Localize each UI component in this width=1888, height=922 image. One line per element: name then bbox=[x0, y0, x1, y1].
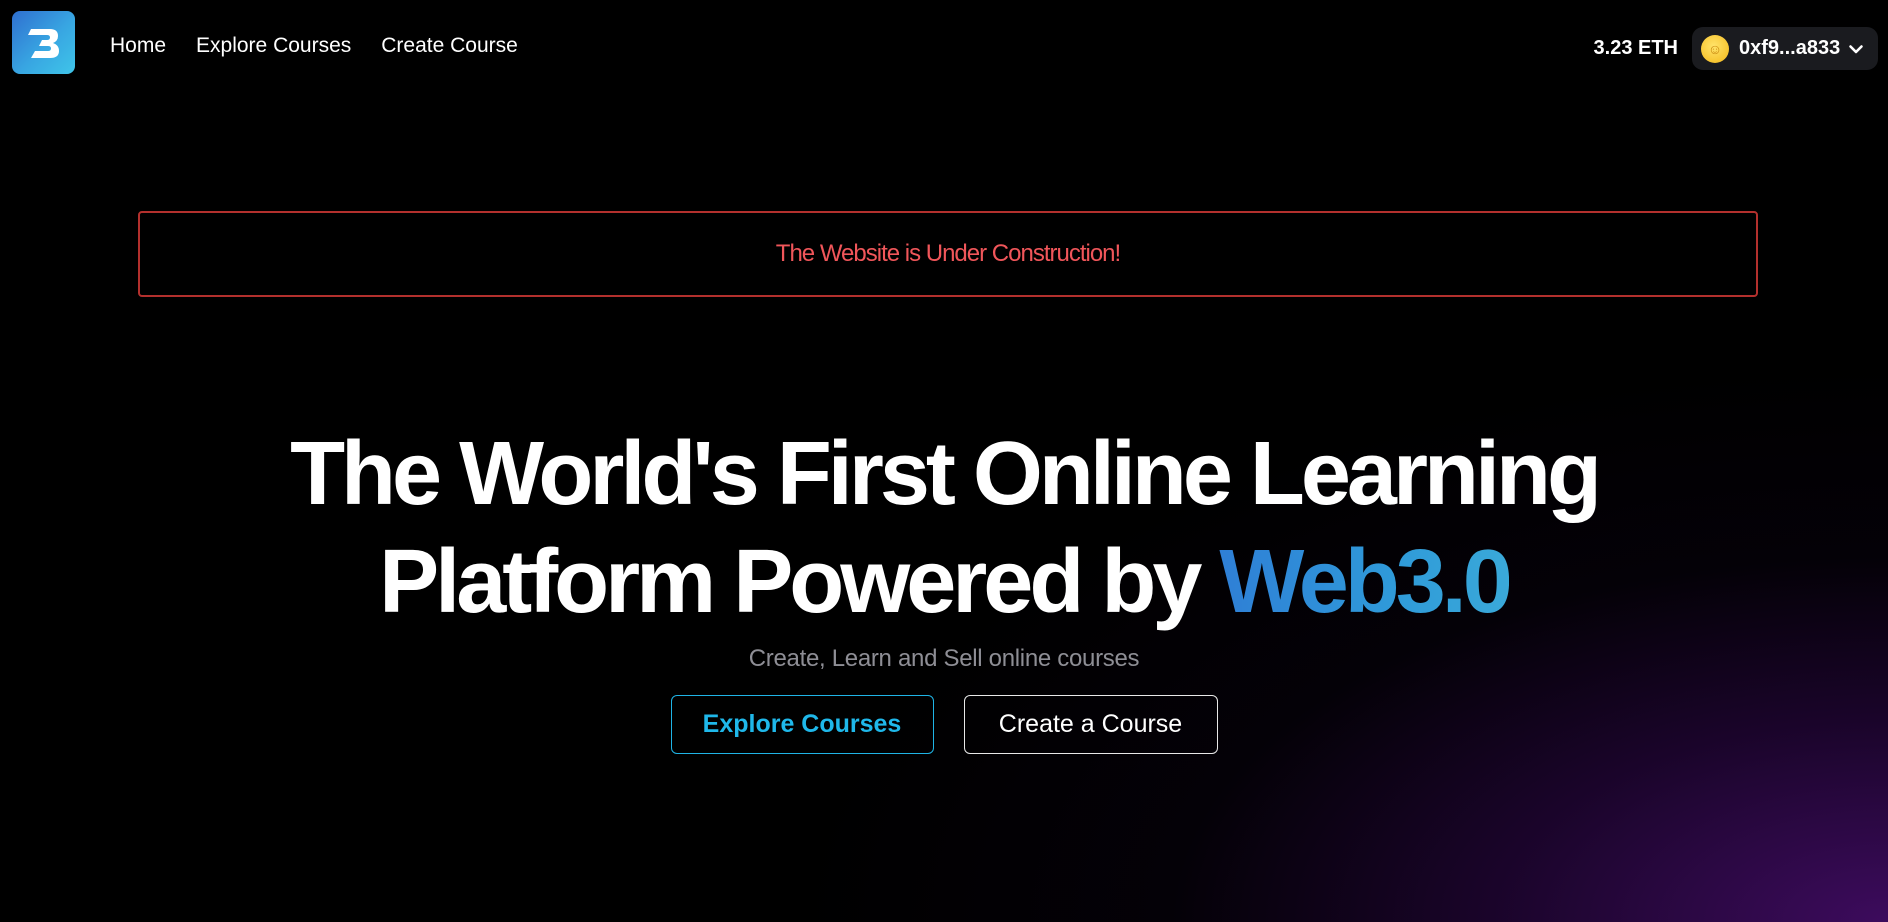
hero-title-line-2-text: Platform Powered by bbox=[379, 532, 1220, 632]
b-letter-logo-icon bbox=[27, 28, 59, 58]
hero-subtitle: Create, Learn and Sell online courses bbox=[748, 645, 1140, 672]
hero-title-line-1: The World's First Online Learning bbox=[290, 424, 1602, 524]
alert-message: The Website is Under Construction! bbox=[775, 240, 1121, 267]
hero-cta-row: Explore Courses Create a Course bbox=[0, 695, 1888, 754]
hero-section: The World's First Online Learning Platfo… bbox=[0, 420, 1888, 754]
brand-logo[interactable] bbox=[12, 11, 75, 74]
nav-explore-courses-link[interactable]: Explore Courses bbox=[196, 34, 351, 58]
chevron-down-icon bbox=[1848, 41, 1864, 57]
wallet-address: 0xf9...a833 bbox=[1739, 37, 1841, 59]
create-a-course-button[interactable]: Create a Course bbox=[963, 695, 1218, 754]
nav-home-link[interactable]: Home bbox=[110, 34, 166, 58]
hero-title-line-2: Platform Powered by Web3.0 bbox=[0, 528, 1888, 636]
explore-courses-button[interactable]: Explore Courses bbox=[670, 695, 934, 754]
emoji-avatar-icon: ☺ bbox=[1701, 34, 1729, 63]
main-nav: Home Explore Courses Create Course bbox=[110, 34, 518, 58]
construction-alert-banner: The Website is Under Construction! bbox=[138, 211, 1758, 297]
nav-create-course-link[interactable]: Create Course bbox=[381, 34, 518, 58]
hero-title: The World's First Online Learning Platfo… bbox=[0, 420, 1888, 636]
eth-balance: 3.23 ETH bbox=[1593, 37, 1678, 59]
wallet-account-button[interactable]: ☺ 0xf9...a833 bbox=[1692, 27, 1878, 70]
top-navbar: Home Explore Courses Create Course 3.23 … bbox=[0, 0, 1888, 96]
hero-title-accent: Web3.0 bbox=[1219, 532, 1512, 632]
